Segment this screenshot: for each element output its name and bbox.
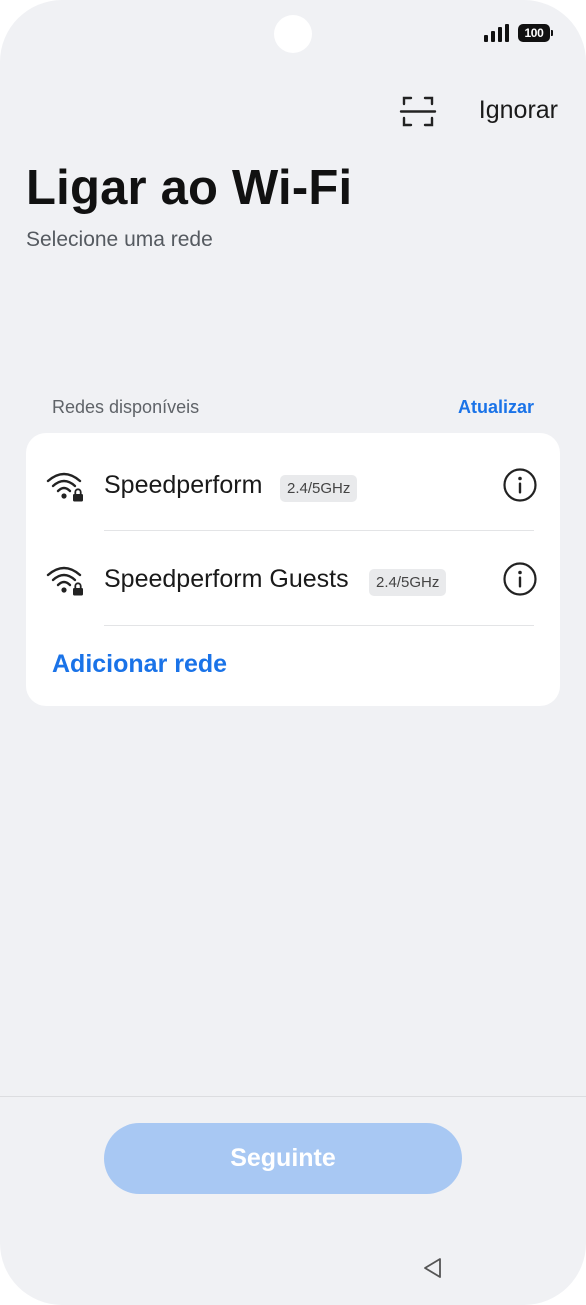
battery-level: 100: [524, 26, 544, 40]
band-badge: 2.4/5GHz: [280, 475, 358, 502]
next-button[interactable]: Seguinte: [104, 1123, 462, 1194]
footer-divider: [0, 1096, 586, 1097]
signal-bars-icon: [484, 24, 509, 42]
network-item[interactable]: Speedperform 2.4/5GHz: [26, 437, 560, 531]
band-badge: 2.4/5GHz: [369, 569, 447, 596]
battery-icon: 100: [518, 24, 553, 42]
network-list-card: Speedperform 2.4/5GHz Speedperform Guest…: [26, 433, 560, 706]
camera-cutout: [274, 15, 312, 53]
add-network-button[interactable]: Adicionar rede: [52, 650, 227, 679]
phone-screen: 100 Ignorar Ligar ao Wi-Fi Selecione uma…: [0, 0, 586, 1305]
network-name: Speedperform Guests: [104, 565, 349, 593]
page-title: Ligar ao Wi-Fi: [26, 161, 353, 215]
info-icon[interactable]: [502, 467, 538, 503]
status-bar: 100: [484, 24, 553, 42]
network-name: Speedperform: [104, 471, 263, 499]
wifi-lock-icon: [46, 566, 83, 596]
qr-scan-icon[interactable]: [398, 92, 438, 132]
divider: [104, 625, 534, 626]
network-item[interactable]: Speedperform Guests 2.4/5GHz: [26, 531, 560, 625]
skip-button[interactable]: Ignorar: [479, 96, 558, 125]
back-triangle-icon[interactable]: [421, 1256, 445, 1280]
wifi-lock-icon: [46, 472, 83, 502]
available-networks-label: Redes disponíveis: [52, 397, 200, 417]
refresh-button[interactable]: Atualizar: [458, 397, 534, 418]
info-icon[interactable]: [502, 561, 538, 597]
page-subtitle: Selecione uma rede: [26, 228, 213, 251]
